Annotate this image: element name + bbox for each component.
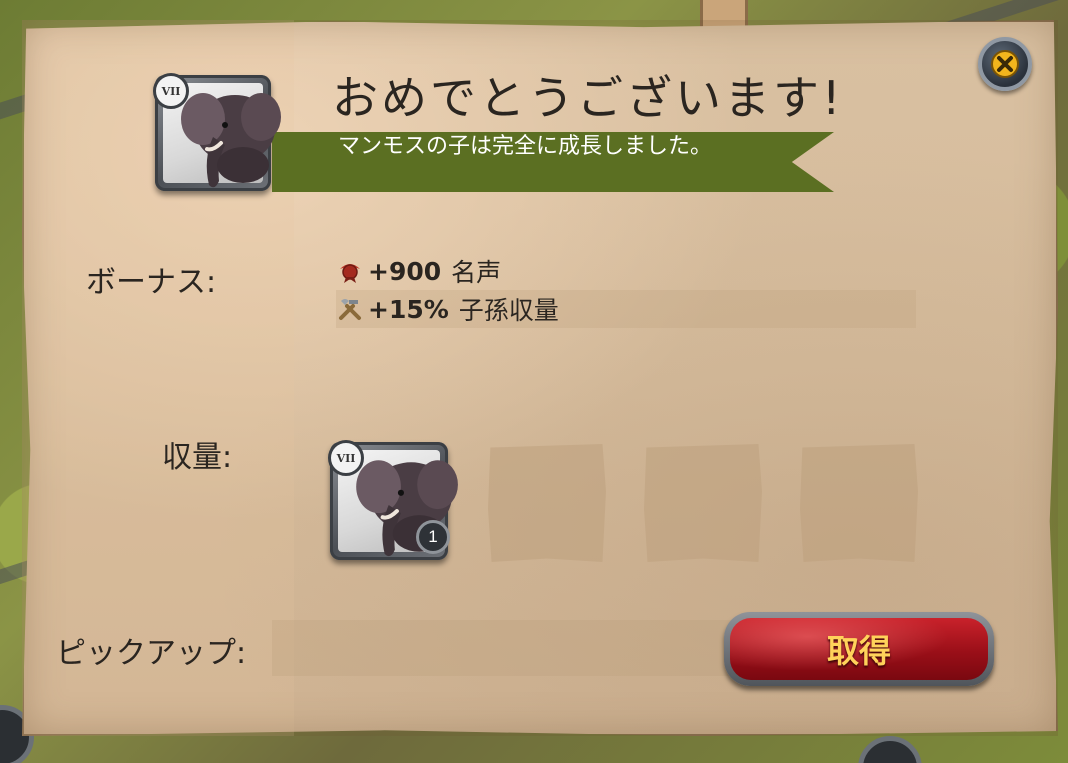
tools-icon <box>339 299 361 320</box>
world-hud-button[interactable] <box>858 736 922 763</box>
fame-icon <box>340 264 360 283</box>
dialog-title: おめでとうございます! <box>332 71 844 125</box>
item-count-badge: 1 <box>416 520 450 554</box>
bonus-row: +900 名声 <box>336 252 916 290</box>
yield-bonus-text: 子孫収量 <box>458 296 559 325</box>
yield-label: 収量: <box>162 440 233 475</box>
tier-badge: VII <box>153 73 189 109</box>
reward-item-icon: VII <box>153 73 281 191</box>
empty-yield-slot <box>488 444 606 562</box>
yield-bonus-value: +15% <box>368 294 449 324</box>
fame-value: +900 <box>368 256 442 286</box>
pickup-label: ピックアップ: <box>56 636 247 671</box>
empty-yield-slot <box>644 444 762 562</box>
bonus-row: +15% 子孫収量 <box>336 290 916 328</box>
pickup-bar <box>272 620 732 676</box>
bonus-label: ボーナス: <box>86 265 217 300</box>
tier-badge: VII <box>328 440 364 476</box>
claim-button[interactable]: 取得 <box>724 612 994 686</box>
close-icon <box>991 50 1019 78</box>
empty-yield-slot <box>800 444 918 562</box>
mammoth-calf-icon <box>181 93 281 188</box>
dialog-subtitle: マンモスの子は完全に成長しました。 <box>338 134 713 159</box>
close-button[interactable] <box>978 37 1032 91</box>
yield-item-slot[interactable]: VII 1 <box>328 440 458 560</box>
claim-button-label: 取得 <box>730 618 988 680</box>
fame-text: 名声 <box>451 258 502 287</box>
